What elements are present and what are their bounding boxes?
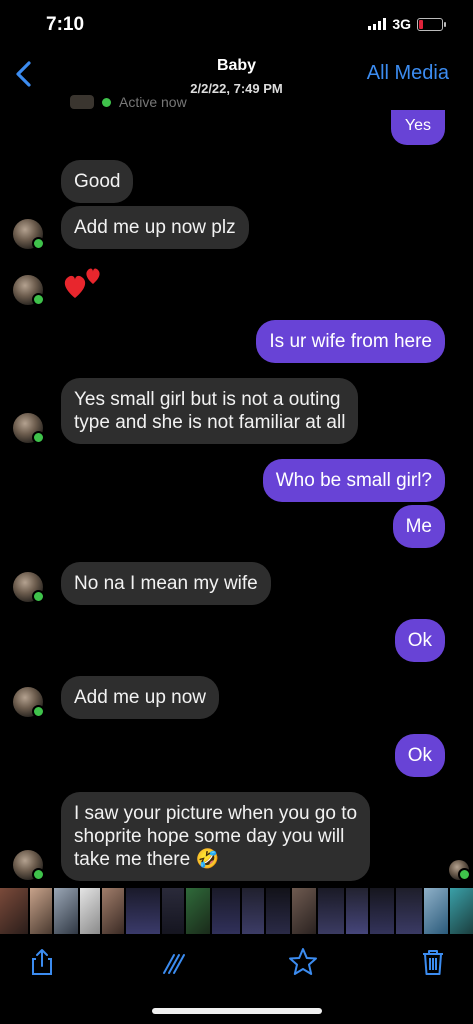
avatar	[13, 572, 45, 603]
media-thumbnail[interactable]	[186, 888, 210, 934]
media-thumbnail-strip[interactable]	[0, 888, 473, 934]
message-bubble-outgoing: Who be small girl?	[262, 459, 445, 502]
media-thumbnail[interactable]	[396, 888, 422, 934]
message-bubble-incoming: No na I mean my wife	[61, 562, 271, 605]
media-thumbnail[interactable]	[292, 888, 316, 934]
media-thumbnail[interactable]	[54, 888, 78, 934]
media-thumbnail[interactable]	[212, 888, 240, 934]
status-bar: 7:10 3G	[0, 0, 473, 50]
chat-screenshot: Active now Yes Good Add me up now plz Is…	[0, 94, 473, 884]
message-bubble-outgoing: Ok	[394, 734, 445, 777]
message-bubble-incoming: Add me up now	[61, 676, 220, 719]
active-status-text: Active now	[119, 94, 187, 110]
favorite-star-icon[interactable]	[288, 947, 318, 977]
message-bubble-outgoing: Yes	[390, 110, 445, 145]
all-media-button[interactable]: All Media	[367, 62, 449, 85]
battery-icon	[417, 17, 446, 31]
media-thumbnail[interactable]	[450, 888, 473, 934]
message-bubble-outgoing: Ok	[394, 619, 445, 662]
media-thumbnail[interactable]	[80, 888, 100, 934]
trash-icon[interactable]	[418, 947, 448, 977]
share-icon[interactable]	[27, 947, 57, 977]
avatar	[13, 413, 45, 444]
online-dot-icon	[102, 97, 111, 107]
media-thumbnail[interactable]	[162, 888, 184, 934]
avatar	[13, 850, 45, 881]
avatar	[13, 275, 45, 306]
message-bubble-incoming: Good	[61, 160, 134, 203]
media-thumbnail[interactable]	[266, 888, 290, 934]
media-thumbnail[interactable]	[346, 888, 368, 934]
avatar	[13, 687, 45, 718]
signal-icon	[368, 18, 387, 30]
message-bubble-outgoing: Me	[392, 505, 445, 548]
avatar	[13, 219, 45, 250]
avatar	[70, 95, 94, 109]
two-hearts-emoji-icon	[64, 268, 100, 298]
status-time: 7:10	[46, 14, 85, 35]
home-indicator[interactable]	[152, 1008, 322, 1014]
media-thumbnail[interactable]	[0, 888, 28, 934]
bottom-toolbar	[0, 934, 473, 990]
message-bubble-outgoing: Is ur wife from here	[256, 320, 445, 363]
media-thumbnail[interactable]	[370, 888, 394, 934]
message-bubble-incoming: I saw your picture when you go to shopri…	[61, 792, 371, 881]
network-type: 3G	[392, 16, 411, 32]
media-thumbnail[interactable]	[126, 888, 160, 934]
media-thumbnail[interactable]	[30, 888, 52, 934]
avatar	[449, 860, 471, 881]
status-indicators: 3G	[368, 16, 446, 32]
media-thumbnail[interactable]	[424, 888, 448, 934]
media-thumbnail[interactable]	[318, 888, 344, 934]
media-thumbnail[interactable]	[242, 888, 264, 934]
message-bubble-incoming: Add me up now plz	[61, 206, 249, 249]
media-thumbnail[interactable]	[102, 888, 124, 934]
message-bubble-incoming: Yes small girl but is not a outing type …	[61, 378, 359, 444]
active-status-row: Active now	[70, 94, 187, 110]
markup-icon[interactable]	[160, 947, 190, 977]
